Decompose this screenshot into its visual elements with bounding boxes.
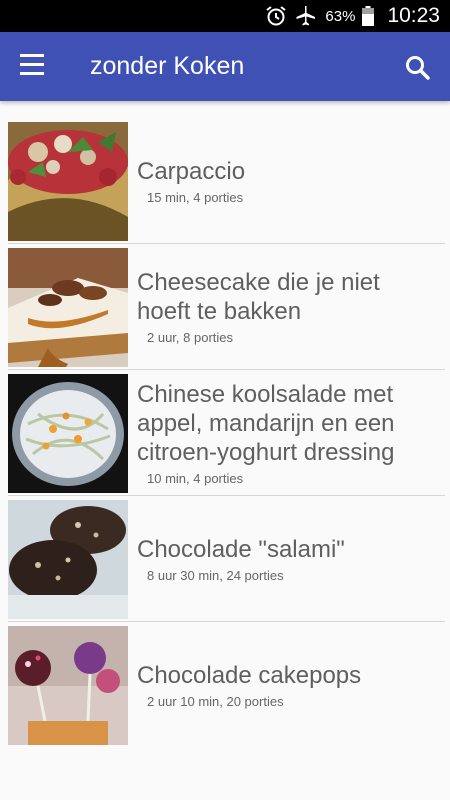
app-bar: zonder Koken [0, 32, 450, 101]
recipe-list-item[interactable]: Chinese koolsalade met appel, mandarijn … [8, 370, 445, 496]
recipe-text: Chocolade "salami" 8 uur 30 min, 24 port… [137, 496, 439, 621]
recipe-text: Cheesecake die je niet hoeft te bakken 2… [137, 244, 439, 369]
battery-percent: 63% [325, 7, 356, 25]
recipe-text: Chinese koolsalade met appel, mandarijn … [137, 370, 439, 495]
recipe-thumbnail [8, 248, 128, 367]
recipe-title: Carpaccio [137, 157, 246, 185]
recipe-meta: 2 uur 10 min, 20 porties [147, 693, 284, 709]
search-icon[interactable] [402, 52, 434, 84]
status-icons: 63% 10:23 [265, 0, 440, 32]
recipe-title: Chocolade cakepops [137, 661, 362, 689]
recipe-title: Chocolade "salami" [137, 535, 345, 563]
recipe-title: Chinese koolsalade met appel, mandarijn … [137, 380, 395, 466]
recipe-list-item[interactable]: Cheesecake die je niet hoeft te bakken 2… [8, 244, 445, 370]
recipe-meta: 10 min, 4 porties [147, 470, 244, 486]
recipe-text: Chocolade cakepops 2 uur 10 min, 20 port… [137, 622, 439, 747]
recipe-title: Cheesecake die je niet hoeft te bakken [137, 269, 380, 325]
recipe-thumbnail [8, 626, 128, 745]
recipe-meta: 15 min, 4 porties [147, 189, 244, 205]
recipe-list-item[interactable]: Chocolade cakepops 2 uur 10 min, 20 port… [8, 622, 445, 747]
battery-icon [361, 5, 375, 27]
clock: 10:23 [387, 4, 440, 27]
recipe-thumbnail [8, 374, 128, 493]
recipe-thumbnail [8, 122, 128, 241]
recipe-text: Carpaccio 15 min, 4 porties [137, 118, 439, 243]
recipe-meta: 8 uur 30 min, 24 porties [147, 567, 284, 583]
recipe-list-item[interactable]: Carpaccio 15 min, 4 porties [8, 118, 445, 244]
recipe-thumbnail [8, 500, 128, 619]
status-bar: 63% 10:23 [0, 0, 450, 32]
hamburger-menu-icon[interactable] [20, 54, 50, 80]
recipe-meta: 2 uur, 8 porties [147, 330, 233, 345]
recipe-list-item[interactable]: Chocolade "salami" 8 uur 30 min, 24 port… [8, 496, 445, 622]
alarm-icon [265, 5, 287, 27]
airplane-icon [293, 5, 317, 27]
app-title: zonder Koken [90, 52, 245, 80]
recipe-list: Carpaccio 15 min, 4 porties Cheesecake d… [0, 118, 450, 747]
